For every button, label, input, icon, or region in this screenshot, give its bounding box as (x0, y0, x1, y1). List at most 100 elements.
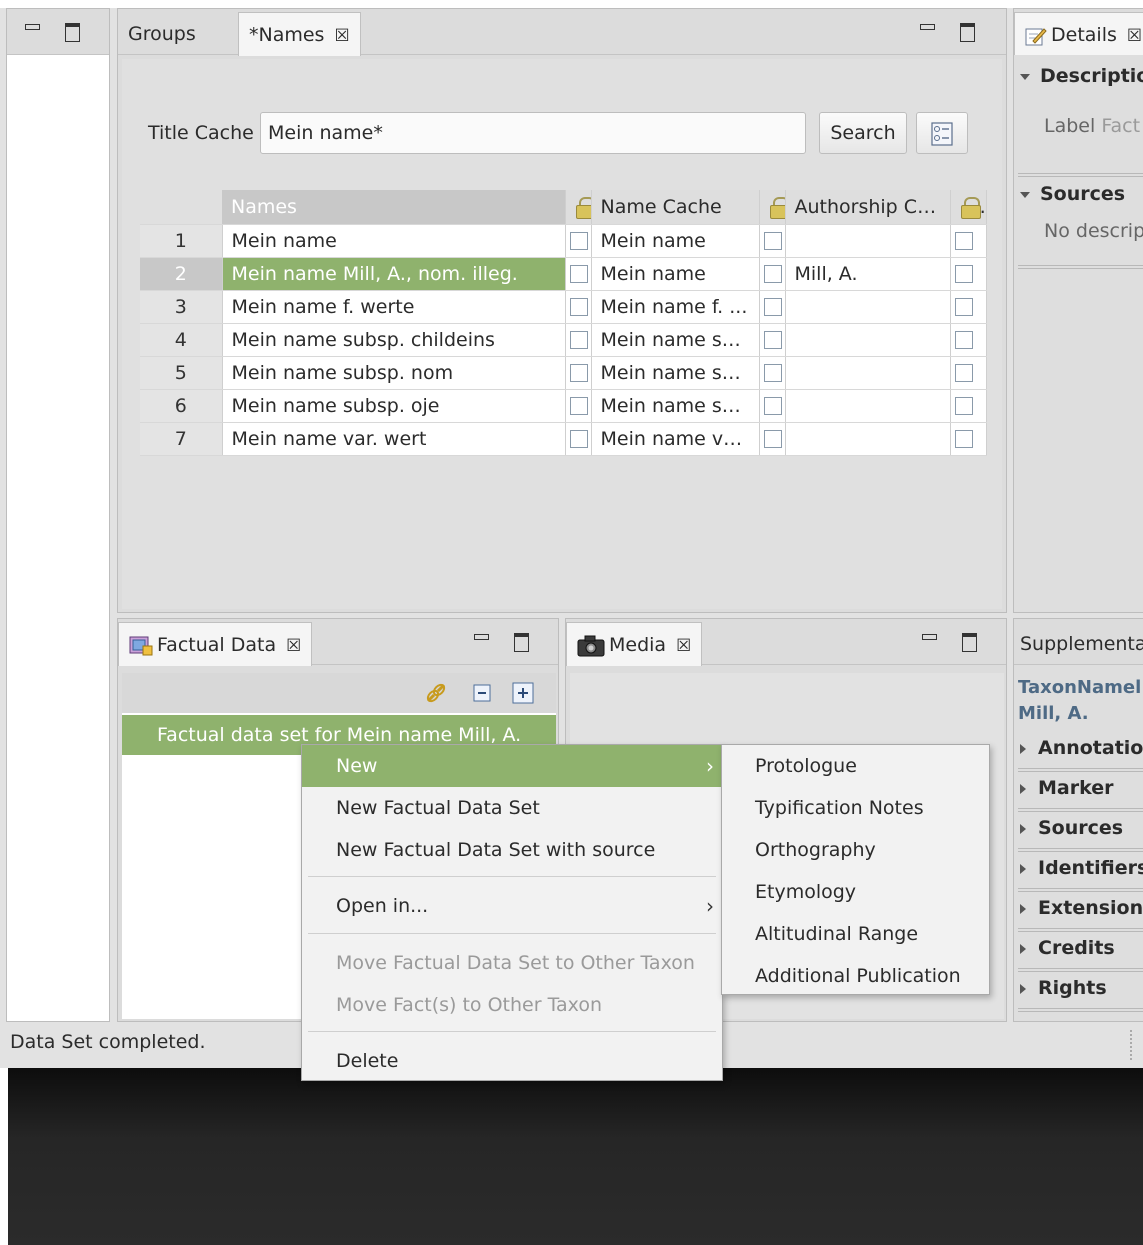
menu-item-new[interactable]: New › (302, 745, 722, 787)
maximize-icon[interactable] (958, 21, 976, 42)
name-cache-cell[interactable]: Mein name su... (591, 323, 760, 357)
protect-checkbox[interactable] (950, 290, 987, 324)
link-icon[interactable] (424, 681, 448, 705)
menu-item-open-in[interactable]: Open in... › (302, 885, 722, 927)
maximize-icon[interactable] (63, 21, 81, 42)
description-section-header[interactable]: Descriptio (1020, 65, 1143, 87)
protect-checkbox[interactable] (950, 257, 987, 291)
submenu-item-altitudinal-range[interactable]: Altitudinal Range (722, 913, 989, 955)
protect-checkbox[interactable] (565, 356, 592, 390)
authorship-cell[interactable] (785, 356, 951, 390)
protect-checkbox[interactable] (950, 389, 987, 423)
name-cache-cell[interactable]: Mein name (591, 257, 760, 291)
name-cache-cell[interactable]: Mein name (591, 224, 760, 258)
protect-checkbox[interactable] (950, 356, 987, 390)
sources-section-header[interactable]: Sources (1020, 817, 1123, 839)
close-icon[interactable]: ☒ (286, 636, 301, 656)
menu-item-new-factual-data-set[interactable]: New Factual Data Set (302, 787, 722, 829)
protect-checkbox[interactable] (565, 224, 592, 258)
protect-checkbox[interactable] (565, 389, 592, 423)
authorship-cell[interactable] (785, 389, 951, 423)
protect-checkbox[interactable] (565, 323, 592, 357)
protect-checkbox[interactable] (950, 422, 987, 456)
authorship-cell[interactable] (785, 323, 951, 357)
protect-checkbox[interactable] (565, 257, 592, 291)
protect-checkbox[interactable] (759, 323, 786, 357)
search-button[interactable]: Search (819, 112, 907, 154)
sources-section-header[interactable]: Sources (1020, 183, 1125, 205)
credits-section-header[interactable]: Credits (1020, 937, 1115, 959)
close-icon[interactable]: ☒ (1127, 26, 1142, 46)
menu-item-new-factual-data-set-with-source[interactable]: New Factual Data Set with source (302, 829, 722, 871)
maximize-icon[interactable] (960, 631, 978, 652)
tab-names[interactable]: *Names ☒ (238, 12, 361, 56)
name-cache-cell[interactable]: Mein name f. ... (591, 290, 760, 324)
tab-details[interactable]: Details ☒ (1014, 12, 1143, 56)
name-cache-cell[interactable]: Mein name su... (591, 389, 760, 423)
authorship-cell[interactable] (785, 224, 951, 258)
label-value[interactable]: Fact (1101, 115, 1140, 137)
protect-checkbox[interactable] (759, 224, 786, 258)
rights-section-header[interactable]: Rights (1020, 977, 1107, 999)
protect-checkbox[interactable] (565, 290, 592, 324)
table-row[interactable]: 1 Mein name Mein name (140, 224, 987, 258)
extension-section-header[interactable]: Extension (1020, 897, 1143, 919)
tab-factual-data[interactable]: Factual Data ☒ (118, 622, 313, 666)
protect-checkbox[interactable] (565, 422, 592, 456)
tab-media[interactable]: Media ☒ (566, 622, 703, 666)
name-cache-cell[interactable]: Mein name va... (591, 422, 760, 456)
minimize-icon[interactable] (920, 631, 938, 649)
authorship-column-header[interactable]: Authorship Ca... (785, 190, 951, 225)
minimize-icon[interactable] (918, 21, 936, 39)
submenu-item-etymology[interactable]: Etymology (722, 871, 989, 913)
maximize-icon[interactable] (512, 631, 530, 652)
close-icon[interactable]: ☒ (676, 636, 691, 656)
name-cell[interactable]: Mein name f. werte (222, 290, 566, 324)
marker-section-header[interactable]: Marker (1020, 777, 1113, 799)
name-cell[interactable]: Mein name subsp. nom (222, 356, 566, 390)
protect-checkbox[interactable] (759, 257, 786, 291)
filter-options-button[interactable] (916, 112, 968, 154)
tab-supplemental[interactable]: Supplementa (1010, 622, 1143, 666)
protect-checkbox[interactable] (950, 224, 987, 258)
name-cell[interactable]: Mein name Mill, A., nom. illeg. (222, 257, 566, 291)
protect-checkbox[interactable] (950, 323, 987, 357)
minimize-icon[interactable] (23, 21, 41, 39)
table-row[interactable]: 4 Mein name subsp. childeins Mein name s… (140, 323, 987, 357)
name-cache-column-header[interactable]: Name Cache (591, 190, 760, 225)
identifiers-section-header[interactable]: Identifiers (1020, 857, 1143, 879)
table-row[interactable]: 5 Mein name subsp. nom Mein name su... (140, 356, 987, 390)
protect-checkbox[interactable] (759, 389, 786, 423)
name-cell[interactable]: Mein name subsp. childeins (222, 323, 566, 357)
lock-header[interactable] (759, 190, 786, 225)
annotation-section-header[interactable]: Annotatio (1020, 737, 1143, 759)
expand-all-icon[interactable] (512, 682, 534, 704)
table-row[interactable]: 2 Mein name Mill, A., nom. illeg. Mein n… (140, 257, 987, 291)
tab-groups[interactable]: Groups (118, 12, 206, 56)
table-row[interactable]: 7 Mein name var. wert Mein name va... (140, 422, 987, 456)
close-icon[interactable]: ☒ (334, 26, 349, 46)
protect-checkbox[interactable] (759, 290, 786, 324)
name-cell[interactable]: Mein name (222, 224, 566, 258)
collapse-all-icon[interactable] (472, 683, 492, 703)
menu-item-delete[interactable]: Delete (302, 1040, 722, 1082)
submenu-item-protologue[interactable]: Protologue (722, 745, 989, 787)
submenu-item-additional-publication[interactable]: Additional Publication (722, 955, 989, 997)
name-cell[interactable]: Mein name var. wert (222, 422, 566, 456)
protect-checkbox[interactable] (759, 356, 786, 390)
table-row[interactable]: 3 Mein name f. werte Mein name f. ... (140, 290, 987, 324)
title-cache-input[interactable]: Mein name* (260, 112, 806, 154)
lock-header[interactable] (565, 190, 592, 225)
authorship-cell[interactable] (785, 290, 951, 324)
submenu-item-typification-notes[interactable]: Typification Notes (722, 787, 989, 829)
table-row[interactable]: 6 Mein name subsp. oje Mein name su... (140, 389, 987, 423)
minimize-icon[interactable] (472, 631, 490, 649)
status-bar-grip[interactable] (1130, 1030, 1132, 1060)
submenu-item-orthography[interactable]: Orthography (722, 829, 989, 871)
name-cache-cell[interactable]: Mein name su... (591, 356, 760, 390)
authorship-cell[interactable] (785, 422, 951, 456)
name-cell[interactable]: Mein name subsp. oje (222, 389, 566, 423)
lock-header[interactable] (950, 190, 987, 225)
authorship-cell[interactable]: Mill, A. (785, 257, 951, 291)
names-column-header[interactable]: Names (222, 190, 566, 225)
